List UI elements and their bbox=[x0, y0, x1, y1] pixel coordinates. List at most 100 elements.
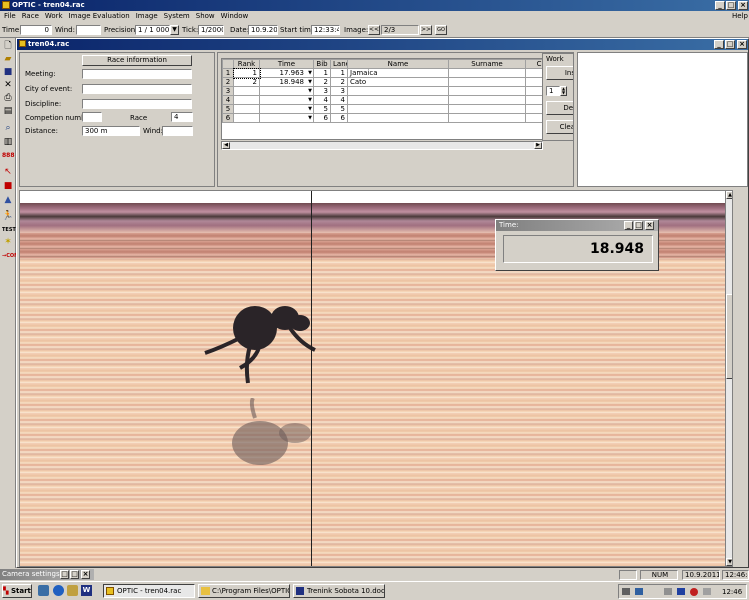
menu-work[interactable]: Work bbox=[42, 11, 66, 22]
col-header-surname[interactable]: Surname bbox=[448, 59, 526, 69]
child-minimize-button[interactable]: _ bbox=[714, 40, 724, 49]
precision-dropdown-arrow[interactable]: ▼ bbox=[170, 25, 179, 35]
date-field[interactable]: 10.9.201 bbox=[248, 25, 278, 35]
quicklaunch-desktop-icon[interactable] bbox=[38, 585, 49, 596]
surname-cell[interactable] bbox=[448, 104, 526, 114]
photo-scroll-down-arrow[interactable]: ▼ bbox=[726, 558, 732, 566]
tray-volume-icon[interactable] bbox=[703, 588, 711, 595]
time-dropdown-arrow[interactable]: ▼ bbox=[308, 97, 312, 103]
work-spin-field[interactable]: 1 bbox=[546, 86, 560, 96]
menu-file[interactable]: File bbox=[1, 11, 19, 22]
maximize-button[interactable]: □ bbox=[726, 1, 736, 10]
print-icon[interactable]: ⎙ bbox=[2, 92, 14, 104]
photo-scroll-up-arrow[interactable]: ▲ bbox=[726, 191, 732, 199]
time-popup-close-button[interactable]: × bbox=[645, 221, 654, 230]
col-header-time[interactable]: Time bbox=[259, 59, 314, 69]
image-counter-field[interactable]: 2/3 bbox=[381, 25, 419, 35]
quicklaunch-ie-icon[interactable] bbox=[53, 585, 64, 596]
table-row[interactable]: 5 ▼ 5 5 bbox=[222, 104, 542, 114]
rank-cell[interactable] bbox=[233, 104, 260, 114]
rank-cell[interactable] bbox=[233, 86, 260, 96]
go-image-button[interactable]: GO bbox=[435, 25, 447, 35]
table-row[interactable]: 3 ▼ 3 3 bbox=[222, 86, 542, 96]
menu-image[interactable]: Image bbox=[133, 11, 161, 22]
surname-cell[interactable] bbox=[448, 86, 526, 96]
surname-cell[interactable] bbox=[448, 77, 526, 87]
surname-cell[interactable] bbox=[448, 68, 526, 78]
results-horizontal-scrollbar[interactable]: ◀ ▶ bbox=[221, 141, 543, 150]
lane-cell[interactable]: 4 bbox=[330, 95, 348, 105]
race-field[interactable]: 4 bbox=[171, 112, 193, 122]
insert-button[interactable]: Ins bbox=[546, 66, 573, 80]
camera-restore-button[interactable]: □ bbox=[60, 570, 69, 579]
cl-cell[interactable] bbox=[525, 68, 542, 78]
bib-cell[interactable]: 3 bbox=[313, 86, 331, 96]
name-cell[interactable] bbox=[347, 104, 449, 114]
name-cell[interactable] bbox=[347, 113, 449, 123]
clear-button[interactable]: Clea bbox=[546, 120, 573, 134]
taskbar-task-explorer[interactable]: C:\Program Files\OPTIC-... bbox=[198, 584, 290, 598]
delete-icon[interactable]: ✕ bbox=[2, 79, 14, 91]
precision-select[interactable]: 1 / 1 000 bbox=[135, 25, 170, 35]
save-icon[interactable]: ■ bbox=[2, 66, 14, 78]
bib-cell[interactable]: 4 bbox=[313, 95, 331, 105]
rank-cell[interactable] bbox=[233, 113, 260, 123]
camera-icon[interactable]: ▲ bbox=[2, 194, 14, 206]
name-cell[interactable] bbox=[347, 86, 449, 96]
record-icon[interactable]: ■ bbox=[2, 180, 14, 192]
work-spin-arrows[interactable]: ▲ ▼ bbox=[560, 86, 567, 96]
bib-cell[interactable]: 5 bbox=[313, 104, 331, 114]
menu-window[interactable]: Window bbox=[218, 11, 252, 22]
prev-image-button[interactable]: << bbox=[368, 25, 380, 35]
delete-button[interactable]: Del bbox=[546, 101, 573, 115]
photo-vertical-scrollbar[interactable]: ▲ ▼ bbox=[725, 191, 732, 566]
child-close-button[interactable]: × bbox=[737, 40, 747, 49]
test-icon[interactable]: TEST bbox=[2, 224, 16, 236]
rank-cell[interactable]: 2 bbox=[233, 77, 260, 87]
meeting-field[interactable] bbox=[82, 69, 192, 79]
start-time-field[interactable]: 12:33:45 bbox=[311, 25, 340, 35]
rank-cell[interactable] bbox=[233, 95, 260, 105]
time-dropdown-arrow[interactable]: ▼ bbox=[308, 106, 312, 112]
name-cell[interactable]: Cato bbox=[347, 77, 449, 87]
time-dropdown-arrow[interactable]: ▼ bbox=[308, 88, 312, 94]
tray-printer-icon[interactable] bbox=[664, 588, 672, 595]
new-file-icon[interactable]: 🗋 bbox=[2, 40, 14, 52]
bib-cell[interactable]: 1 bbox=[313, 68, 331, 78]
zoom-icon[interactable]: ⌕ bbox=[2, 122, 14, 134]
runner-yellow-icon[interactable]: ✶ bbox=[2, 236, 14, 248]
time-dropdown-arrow[interactable]: ▼ bbox=[308, 115, 312, 121]
time-field[interactable]: 0 bbox=[20, 25, 52, 35]
col-header-bib[interactable]: Bib bbox=[313, 59, 331, 69]
surname-cell[interactable] bbox=[448, 113, 526, 123]
cl-cell[interactable] bbox=[525, 113, 542, 123]
col-header-cl[interactable]: Cl bbox=[525, 59, 542, 69]
start-button[interactable]: ▚ Start bbox=[2, 584, 32, 598]
tray-monitor-icon[interactable] bbox=[622, 588, 630, 595]
menu-race[interactable]: Race bbox=[19, 11, 42, 22]
city-field[interactable] bbox=[82, 84, 192, 94]
tray-clock[interactable]: 12:46 bbox=[722, 588, 742, 597]
name-cell[interactable]: Jamaica bbox=[347, 68, 449, 78]
wind-field[interactable] bbox=[76, 25, 101, 35]
discipline-field[interactable] bbox=[82, 99, 192, 109]
pointer-icon[interactable]: ↖ bbox=[2, 166, 14, 178]
time-cell[interactable]: ▼ bbox=[259, 113, 314, 123]
photo-scroll-thumb[interactable] bbox=[726, 294, 732, 379]
open-folder-icon[interactable]: ▰ bbox=[2, 53, 14, 65]
tray-network-icon[interactable] bbox=[635, 588, 643, 595]
surname-cell[interactable] bbox=[448, 95, 526, 105]
menu-help[interactable]: Help bbox=[729, 11, 749, 22]
race-wind-field[interactable] bbox=[162, 126, 193, 136]
menu-show[interactable]: Show bbox=[193, 11, 218, 22]
menu-system[interactable]: System bbox=[161, 11, 193, 22]
distance-field[interactable]: 300 m bbox=[82, 126, 140, 136]
lane-cell[interactable]: 6 bbox=[330, 113, 348, 123]
camera-settings-window[interactable]: Camera settings □ □ × bbox=[0, 569, 94, 580]
cl-cell[interactable] bbox=[525, 95, 542, 105]
minimize-button[interactable]: _ bbox=[715, 1, 725, 10]
child-maximize-button[interactable]: □ bbox=[725, 40, 735, 49]
col-header-lane[interactable]: Lane bbox=[330, 59, 348, 69]
taskbar-task-word[interactable]: Trenink Sobota 10.doc - ... bbox=[293, 584, 385, 598]
time-cell[interactable]: ▼ bbox=[259, 86, 314, 96]
